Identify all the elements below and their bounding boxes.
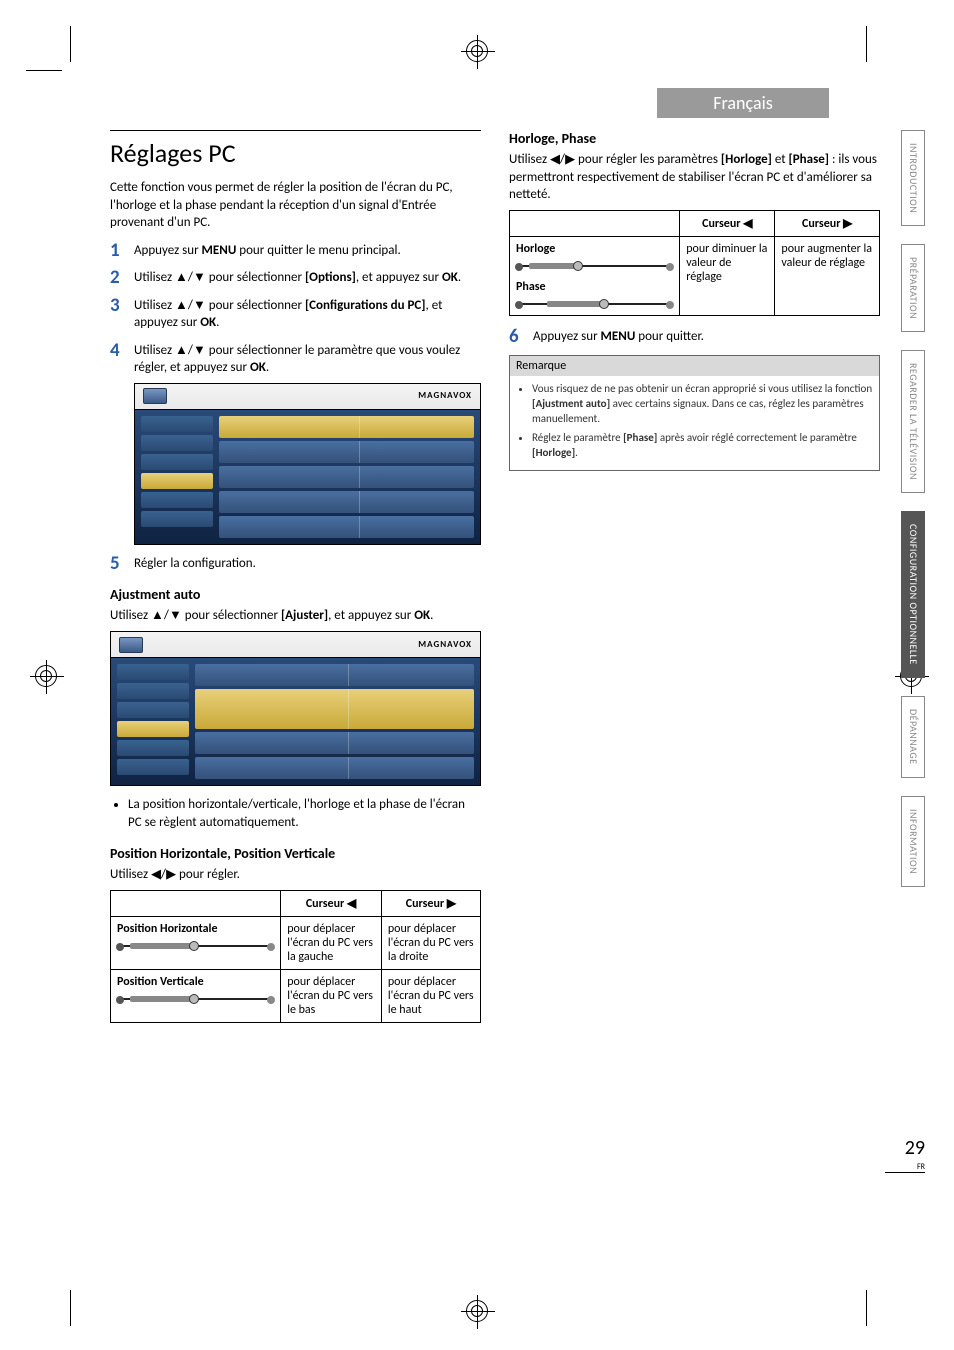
row-horizontal: Position Horizontale xyxy=(111,916,281,969)
horloge-text: Utilisez ◀/▶ pour régler les paramètres … xyxy=(509,151,880,204)
cell-value: pour déplacer l'écran du PC vers le bas xyxy=(281,969,382,1022)
col-cursor-left: Curseur ◀ xyxy=(680,210,775,236)
horloge-table: Curseur ◀ Curseur ▶ Horloge Phase xyxy=(509,210,880,316)
ajustment-heading: Ajustment auto xyxy=(110,586,481,603)
brand-label: MAGNAVOX xyxy=(418,390,472,402)
step-text: Utilisez ▲/▼ pour sélectionner [Configur… xyxy=(134,298,442,331)
crop-mark xyxy=(866,1290,867,1326)
step-text: Utilisez ▲/▼ pour sélectionner le paramè… xyxy=(134,343,460,376)
tab-introduction: INTRODUCTION xyxy=(901,130,925,226)
step-text: Appuyez sur MENU pour quitter. xyxy=(533,329,704,344)
tv-icon xyxy=(143,388,167,404)
position-heading: Position Horizontale, Position Verticale xyxy=(110,845,481,862)
slider-icon xyxy=(516,298,673,310)
section-tabs: INTRODUCTION PRÉPARATION REGARDER LA TÉL… xyxy=(901,130,925,887)
col-cursor-left: Curseur ◀ xyxy=(281,890,382,916)
brand-label: MAGNAVOX xyxy=(418,639,472,650)
registration-mark xyxy=(35,665,57,687)
registration-mark xyxy=(466,40,488,62)
remarque-item: Vous risquez de ne pas obtenir un écran … xyxy=(532,382,873,427)
cell-value: pour déplacer l'écran du PC vers le haut xyxy=(381,969,480,1022)
page-number: 29 FR xyxy=(885,1136,925,1173)
ajustment-bullet: La position horizontale/verticale, l'hor… xyxy=(110,796,481,831)
row-horloge: Horloge Phase xyxy=(510,236,680,315)
step-6: 6 Appuyez sur MENU pour quitter. xyxy=(509,328,880,346)
tv-icon xyxy=(119,637,143,653)
crop-mark xyxy=(70,1290,71,1326)
cell-value: pour déplacer l'écran du PC vers la droi… xyxy=(381,916,480,969)
tab-information: INFORMATION xyxy=(901,796,925,887)
slider-icon xyxy=(117,993,274,1005)
bullet-item: La position horizontale/verticale, l'hor… xyxy=(128,796,481,831)
tab-depannage: DÉPANNAGE xyxy=(901,696,925,778)
remarque-box: Remarque Vous risquez de ne pas obtenir … xyxy=(509,355,880,471)
crop-mark xyxy=(26,70,62,71)
cell-value: pour augmenter la valeur de réglage xyxy=(775,236,880,315)
osd-screenshot-1: MAGNAVOX xyxy=(134,383,481,545)
remarque-title: Remarque xyxy=(510,356,879,376)
cell-value: pour diminuer la valeur de réglage xyxy=(680,236,775,315)
slider-icon xyxy=(117,940,274,952)
step-text: Utilisez ▲/▼ pour sélectionner [Options]… xyxy=(134,270,461,285)
tab-preparation: PRÉPARATION xyxy=(901,244,925,332)
ajustment-text: Utilisez ▲/▼ pour sélectionner [Ajuster]… xyxy=(110,607,481,625)
remarque-item: Réglez le paramètre [Phase] après avoir … xyxy=(532,431,873,461)
crop-mark xyxy=(866,26,867,62)
step-4: 4 Utilisez ▲/▼ pour sélectionner le para… xyxy=(110,342,481,545)
position-table: Curseur ◀ Curseur ▶ Position Horizontale… xyxy=(110,890,481,1023)
step-3: 3 Utilisez ▲/▼ pour sélectionner [Config… xyxy=(110,297,481,332)
position-text: Utilisez ◀/▶ pour régler. xyxy=(110,866,481,884)
row-vertical: Position Verticale xyxy=(111,969,281,1022)
intro-text: Cette fonction vous permet de régler la … xyxy=(110,179,481,232)
tab-regarder: REGARDER LA TÉLÉVISION xyxy=(901,350,925,493)
language-tab: Français xyxy=(657,88,829,118)
step-text: Appuyez sur MENU pour quitter le menu pr… xyxy=(134,243,401,258)
tab-configuration: CONFIGURATION OPTIONNELLE xyxy=(901,511,925,678)
col-cursor-right: Curseur ▶ xyxy=(381,890,480,916)
page-title: Réglages PC xyxy=(110,130,481,169)
crop-mark xyxy=(70,26,71,62)
step-text: Régler la configuration. xyxy=(134,556,256,571)
cell-value: pour déplacer l'écran du PC vers la gauc… xyxy=(281,916,382,969)
step-2: 2 Utilisez ▲/▼ pour sélectionner [Option… xyxy=(110,269,481,287)
step-5: 5 Régler la configuration. xyxy=(110,555,481,573)
slider-icon xyxy=(516,260,673,272)
horloge-heading: Horloge, Phase xyxy=(509,130,880,147)
registration-mark xyxy=(466,1300,488,1322)
osd-screenshot-2: MAGNAVOX xyxy=(110,631,481,786)
col-cursor-right: Curseur ▶ xyxy=(775,210,880,236)
step-1: 1 Appuyez sur MENU pour quitter le menu … xyxy=(110,242,481,260)
